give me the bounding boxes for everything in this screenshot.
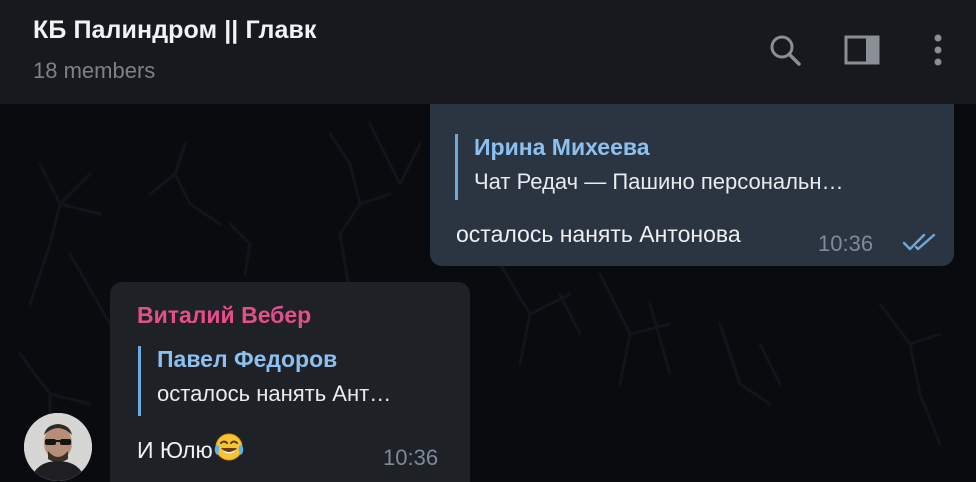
- chat-header: КБ Палиндром || Главк 18 members: [0, 0, 976, 104]
- sidebar-toggle-icon[interactable]: [842, 30, 882, 70]
- reply-author: Ирина Михеева: [474, 134, 650, 160]
- reply-preview[interactable]: Павел Федоров осталось нанять Ант…: [138, 346, 391, 416]
- incoming-message[interactable]: Виталий Вебер Павел Федоров осталось нан…: [110, 282, 470, 482]
- message-time: 10:36: [818, 231, 874, 256]
- avatar[interactable]: [24, 413, 92, 481]
- message-text: И Юлю: [137, 437, 213, 463]
- message-text: осталось нанять Антонова: [456, 221, 741, 247]
- reply-text: Чат Редач — Пашино персональн…: [474, 169, 844, 194]
- message-time: 10:36: [383, 445, 439, 470]
- sender-name[interactable]: Виталий Вебер: [137, 302, 311, 329]
- tears-of-joy-emoji-icon: [214, 432, 244, 468]
- read-double-check-icon: [902, 232, 938, 257]
- chat-title[interactable]: КБ Палиндром || Главк: [33, 16, 317, 45]
- reply-author: Павел Федоров: [157, 346, 338, 372]
- reply-text: осталось нанять Ант…: [157, 381, 392, 406]
- outgoing-message[interactable]: Ирина Михеева Чат Редач — Пашино персона…: [430, 104, 954, 266]
- message-text-line: И Юлю: [137, 432, 244, 468]
- chat-window: КБ Палиндром || Главк 18 members Ирина М…: [0, 0, 976, 482]
- search-icon[interactable]: [765, 30, 805, 70]
- members-count[interactable]: 18 members: [33, 58, 155, 84]
- more-vertical-icon[interactable]: [918, 30, 958, 70]
- reply-preview[interactable]: Ирина Михеева Чат Редач — Пашино персона…: [455, 134, 844, 200]
